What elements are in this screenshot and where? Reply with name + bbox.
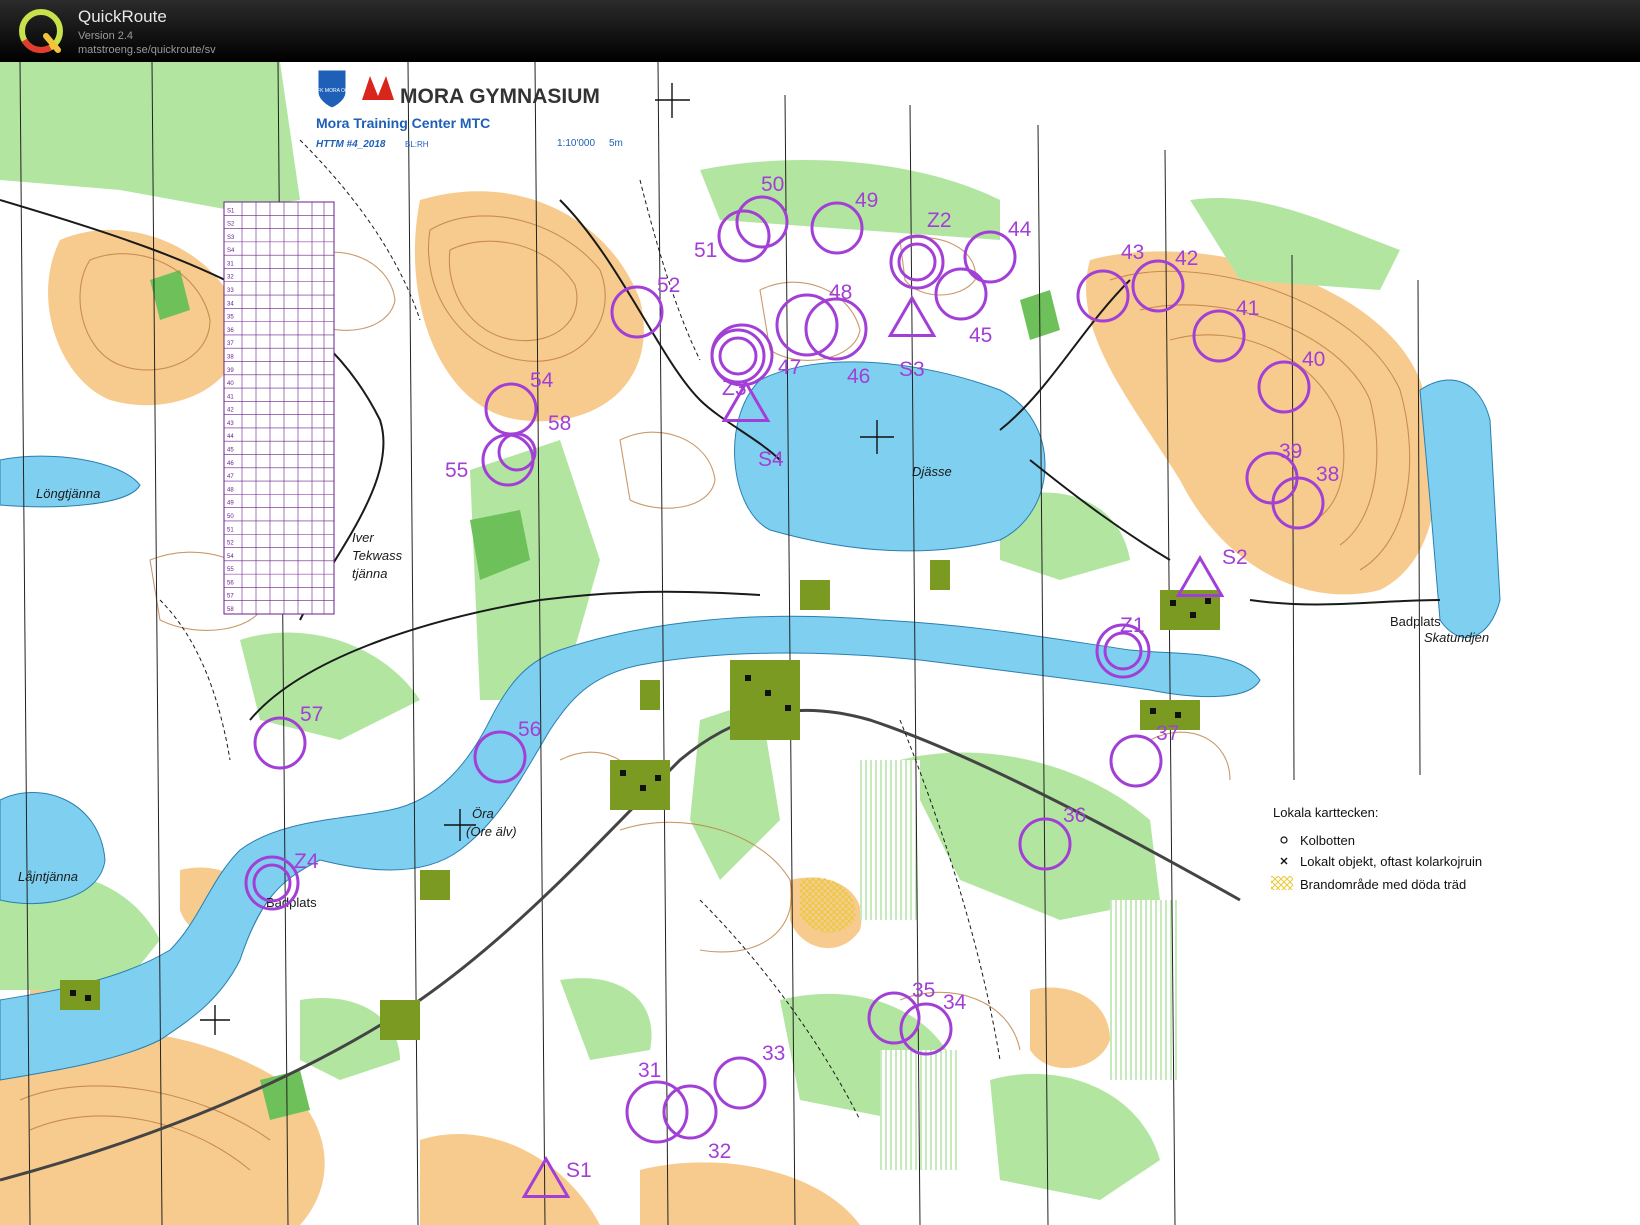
water-label-iver-1: Iver: [352, 530, 374, 545]
start-label: S1: [566, 1159, 592, 1182]
control-number: 38: [1316, 463, 1339, 486]
start-label: S3: [899, 358, 925, 381]
control-number: 35: [912, 979, 935, 1002]
cd-row-label: 41: [227, 394, 234, 400]
control-number: 33: [762, 1042, 785, 1065]
app-title: QuickRoute: [78, 7, 167, 26]
cd-row-label: S2: [227, 222, 235, 228]
finish-label: Z2: [927, 209, 952, 232]
quickroute-logo-icon: [19, 9, 63, 53]
control-number: 51: [694, 239, 717, 262]
control-number: 34: [943, 991, 967, 1014]
cd-row-label: 35: [227, 315, 234, 321]
cd-row-label: 43: [227, 421, 234, 427]
control-number: 42: [1175, 247, 1198, 270]
cd-row-label: 52: [227, 541, 234, 547]
title-bar: QuickRoute Version 2.4 matstroeng.se/qui…: [0, 0, 1640, 62]
start-label: S2: [1222, 546, 1248, 569]
start-label: S4: [758, 448, 784, 471]
cd-row-label: 45: [227, 448, 234, 454]
app-url: matstroeng.se/quickroute/sv: [78, 44, 216, 56]
control-number: 55: [445, 459, 468, 482]
water-label-longtjanna: Löngtjänna: [36, 486, 100, 501]
control-number: 47: [778, 356, 801, 379]
finish-label: Z4: [294, 850, 319, 873]
control-number: 48: [829, 281, 852, 304]
setter-initials: BL:RH: [405, 140, 429, 149]
cd-row-label: 46: [227, 461, 234, 467]
school-logo-text: MORA GYMNASIUM: [400, 85, 600, 108]
place-label-badplats-east: Badplats: [1390, 614, 1441, 629]
cd-row-label: 47: [227, 474, 234, 480]
water-label-ora-1: Öra: [472, 806, 494, 821]
control-number: 50: [761, 173, 784, 196]
cd-row-label: 42: [227, 408, 234, 414]
control-number: 31: [638, 1059, 661, 1082]
finish-label: Z1: [1120, 614, 1145, 637]
event-name: HTTM #4_2018: [316, 139, 386, 150]
control-number: 39: [1279, 440, 1302, 463]
control-number: 40: [1302, 348, 1325, 371]
cd-row-label: 50: [227, 514, 234, 520]
legend-item-label: Kolbotten: [1300, 833, 1355, 848]
legend-item-label: Brandområde med döda träd: [1300, 877, 1466, 892]
water-label-skatundjen: Skatundjen: [1424, 630, 1489, 645]
map-boundary: [1240, 700, 1640, 1225]
cd-row-label: 56: [227, 580, 234, 586]
control-description-sheet: S1 S2 S3 S4 31 32 33 34 35 36 37 38 39 40 41 42 43 44 45 46…: [223, 201, 335, 615]
water-label-iver-3: tjänna: [352, 566, 387, 581]
cd-row-label: 38: [227, 354, 234, 360]
legend-hatch-icon: [1271, 876, 1293, 890]
cd-row-label: 54: [227, 554, 234, 560]
control-number: 36: [1063, 804, 1086, 827]
cd-row-label: 44: [227, 434, 234, 440]
control-number: 49: [855, 189, 878, 212]
cd-row-label: 34: [227, 301, 234, 307]
water-label-djasse: Djässe: [912, 464, 952, 479]
cd-row-label: 32: [227, 275, 234, 281]
control-number: 58: [548, 412, 571, 435]
cd-row-label: S1: [227, 208, 235, 214]
club-logo-text: IFK MORA OK: [316, 88, 349, 94]
contour-interval: 5m: [609, 138, 623, 149]
cd-row-label: 39: [227, 368, 234, 374]
map-scale: 1:10'000: [557, 138, 595, 149]
cd-row-label: 57: [227, 594, 234, 600]
orienteering-map[interactable]: IFK MORA OK MORA GYMNASIUM Mora Training…: [0, 62, 1640, 1225]
legend-title: Lokala karttecken:: [1273, 805, 1379, 820]
control-number: 32: [708, 1140, 731, 1163]
finish-label: Z3: [722, 377, 747, 400]
water-label-iver-2: Tekwass: [352, 548, 403, 563]
cd-row-label: 48: [227, 487, 234, 493]
map-title: Mora Training Center MTC: [316, 115, 490, 131]
cd-row-label: 58: [227, 607, 234, 613]
cd-row-label: S3: [227, 235, 235, 241]
control-number: 54: [530, 369, 554, 392]
cd-row-label: 40: [227, 381, 234, 387]
cd-row-label: 36: [227, 328, 234, 334]
water-label-ora-2: (Ore älv): [466, 824, 517, 839]
control-number: 56: [518, 718, 541, 741]
cd-row-label: 51: [227, 527, 234, 533]
legend-item-label: Lokalt objekt, oftast kolarkojruin: [1300, 854, 1482, 869]
control-number: 41: [1236, 297, 1259, 320]
app-version: Version 2.4: [78, 30, 134, 42]
cd-row-label: S4: [227, 248, 235, 254]
cd-row-label: 33: [227, 288, 234, 294]
control-number: 44: [1008, 218, 1032, 241]
control-number: 43: [1121, 241, 1144, 264]
control-number: 45: [969, 324, 992, 347]
cd-row-label: 31: [227, 261, 234, 267]
control-number: 37: [1156, 722, 1179, 745]
cd-row-label: 55: [227, 567, 234, 573]
cd-row-label: 49: [227, 501, 234, 507]
control-number: 52: [657, 274, 680, 297]
water-label-lajntjanna: Låjntjänna: [18, 869, 78, 884]
cd-row-label: 37: [227, 341, 234, 347]
control-number: 46: [847, 365, 870, 388]
control-number: 57: [300, 703, 323, 726]
